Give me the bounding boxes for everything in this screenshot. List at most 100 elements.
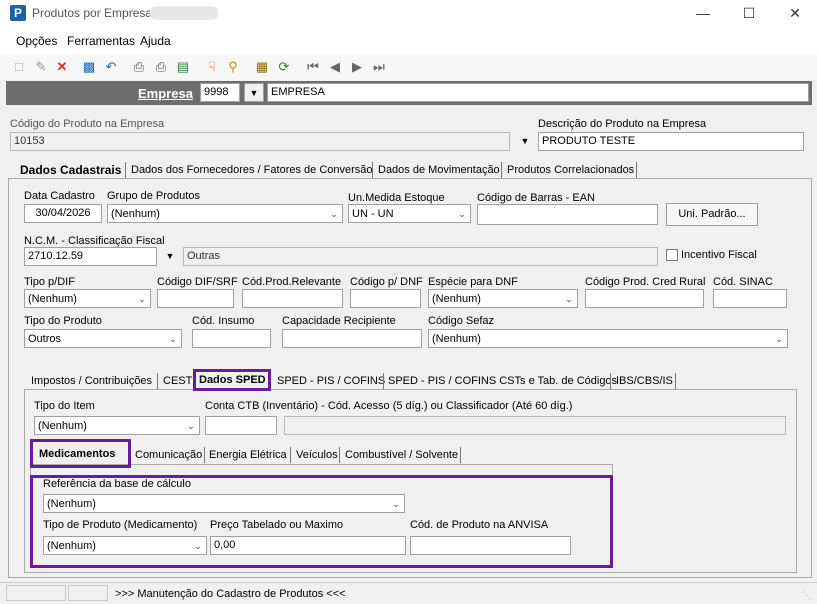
- refresh-icon[interactable]: ⟳: [275, 58, 293, 76]
- tab-dados-sped[interactable]: Dados SPED: [196, 374, 269, 386]
- cod-cred-rural-field[interactable]: [585, 289, 704, 308]
- window-title: Produtos por Empresa: [32, 6, 153, 20]
- tab-veiculos[interactable]: Veículos: [293, 449, 341, 461]
- tab-sped-pis-cofins[interactable]: SPED - PIS / COFINS: [274, 375, 388, 387]
- ncm-dropdown-button[interactable]: ▼: [160, 247, 180, 266]
- codigo-dnf-label: Código p/ DNF: [350, 276, 423, 288]
- first-record-icon[interactable]: ⏮: [304, 58, 322, 76]
- tab-separator: [501, 162, 502, 178]
- chevron-down-icon: ⌄: [187, 421, 195, 431]
- menu-opcoes[interactable]: Opções: [16, 34, 57, 48]
- grupo-produtos-select[interactable]: (Nenhum) ⌄: [107, 204, 343, 223]
- tab-correlacionados[interactable]: Produtos Correlacionados: [504, 164, 637, 176]
- chevron-down-icon: ⌄: [458, 209, 466, 219]
- tab-medicamentos[interactable]: Medicamentos: [36, 448, 118, 460]
- cod-sefaz-label: Código Sefaz: [428, 315, 495, 327]
- codigo-produto-dropdown[interactable]: ▼: [515, 132, 535, 151]
- cod-relevante-field[interactable]: [242, 289, 343, 308]
- menu-ajuda[interactable]: Ajuda: [140, 34, 171, 48]
- tab-impostos[interactable]: Impostos / Contribuições: [28, 375, 155, 387]
- status-panel-2: [68, 585, 108, 601]
- tipo-item-label: Tipo do Item: [34, 400, 95, 412]
- cod-insumo-field[interactable]: [192, 329, 271, 348]
- ncm-code-field[interactable]: 2710.12.59: [24, 247, 157, 266]
- new-icon[interactable]: □: [10, 58, 28, 76]
- tab-separator: [157, 373, 158, 389]
- tipo-medicamento-select[interactable]: (Nenhum) ⌄: [43, 536, 207, 555]
- menu-ferramentas[interactable]: Ferramentas: [67, 34, 135, 48]
- last-record-icon[interactable]: ⏭: [370, 58, 388, 76]
- codigo-dif-field[interactable]: [157, 289, 234, 308]
- tipo-medicamento-value: (Nenhum): [47, 540, 96, 552]
- cod-sefaz-select[interactable]: (Nenhum) ⌄: [428, 329, 788, 348]
- empresa-label: Empresa: [138, 86, 193, 101]
- uni-padrao-button[interactable]: Uni. Padrão...: [666, 203, 758, 226]
- ean-label: Código de Barras - EAN: [477, 192, 595, 204]
- data-cadastro-field[interactable]: 30/04/2026: [24, 204, 102, 223]
- tab-movimentacao[interactable]: Dados de Movimentação: [375, 164, 503, 176]
- conta-ctb-description-field: [284, 416, 786, 435]
- empresa-dropdown-button[interactable]: ▼: [244, 83, 264, 102]
- toolbar: [0, 54, 817, 80]
- delete-icon[interactable]: ✕: [53, 58, 71, 76]
- tab-separator: [204, 447, 205, 463]
- tab-ibs-cbs-is[interactable]: IBS/CBS/IS: [613, 375, 676, 387]
- cod-insumo-label: Cód. Insumo: [192, 315, 255, 327]
- print-preview-icon[interactable]: ⎙: [152, 58, 170, 76]
- descricao-produto-field[interactable]: PRODUTO TESTE: [538, 132, 804, 151]
- cod-sinac-field[interactable]: [713, 289, 787, 308]
- hand-icon[interactable]: ☟: [203, 58, 221, 76]
- ean-field[interactable]: [477, 204, 658, 225]
- tipo-dif-label: Tipo p/DIF: [24, 276, 75, 288]
- tab-cest[interactable]: CEST: [160, 375, 195, 387]
- codigo-produto-field[interactable]: 10153: [10, 132, 510, 151]
- capacidade-field[interactable]: [282, 329, 422, 348]
- tipo-produto-select[interactable]: Outros ⌄: [24, 329, 182, 348]
- unmedida-select[interactable]: UN - UN ⌄: [348, 204, 471, 223]
- grupo-produtos-value: (Nenhum): [111, 208, 160, 220]
- chevron-down-icon: ⌄: [392, 499, 400, 509]
- tab-combustivel[interactable]: Combustível / Solvente: [342, 449, 461, 461]
- close-button[interactable]: ✕: [772, 2, 817, 24]
- tab-separator: [610, 373, 611, 389]
- tab-comunicacao[interactable]: Comunicação: [132, 449, 205, 461]
- tipo-item-value: (Nenhum): [38, 420, 87, 432]
- save-icon[interactable]: ▩: [80, 58, 98, 76]
- maximize-button[interactable]: ☐: [726, 2, 772, 24]
- print-icon[interactable]: ⎙: [130, 58, 148, 76]
- minimize-button[interactable]: —: [680, 2, 726, 24]
- edit-icon[interactable]: ✎: [32, 58, 50, 76]
- cod-relevante-label: Cód.Prod.Relevante: [242, 276, 342, 288]
- unmedida-label: Un.Medida Estoque: [348, 192, 445, 204]
- referencia-base-select[interactable]: (Nenhum) ⌄: [43, 494, 405, 513]
- empresa-name-field[interactable]: EMPRESA: [267, 83, 809, 102]
- status-text: >>> Manutenção do Cadastro de Produtos <…: [115, 588, 346, 600]
- conta-ctb-code-field[interactable]: [205, 416, 277, 435]
- especie-dnf-select[interactable]: (Nenhum) ⌄: [428, 289, 578, 308]
- tab-sped-csts[interactable]: SPED - PIS / COFINS CSTs e Tab. de Códig…: [385, 375, 620, 387]
- status-panel-1: [6, 585, 66, 601]
- preco-tabelado-field[interactable]: 0,00: [210, 536, 406, 555]
- empresa-code-field[interactable]: 9998: [200, 83, 240, 102]
- previous-record-icon[interactable]: ◀: [326, 58, 344, 76]
- tipo-dif-value: (Nenhum): [28, 293, 77, 305]
- tab-dados-cadastrais[interactable]: Dados Cadastrais: [17, 163, 124, 177]
- properties-icon[interactable]: ▦: [253, 58, 271, 76]
- cod-anvisa-field[interactable]: [410, 536, 571, 555]
- search-icon[interactable]: ⚲: [224, 58, 242, 76]
- resize-grip-icon[interactable]: ⋱: [802, 590, 812, 600]
- tab-separator: [339, 447, 340, 463]
- incentivo-fiscal-checkbox[interactable]: [666, 249, 678, 261]
- tab-energia-eletrica[interactable]: Energia Elétrica: [206, 449, 290, 461]
- tipo-item-select[interactable]: (Nenhum) ⌄: [34, 416, 200, 435]
- tab-fornecedores[interactable]: Dados dos Fornecedores / Fatores de Conv…: [128, 164, 376, 176]
- tab-separator: [290, 447, 291, 463]
- export-icon[interactable]: ▤: [174, 58, 192, 76]
- referencia-base-value: (Nenhum): [47, 498, 96, 510]
- cod-sefaz-value: (Nenhum): [432, 333, 481, 345]
- tipo-dif-select[interactable]: (Nenhum) ⌄: [24, 289, 151, 308]
- app-logo-icon: P: [10, 5, 26, 21]
- next-record-icon[interactable]: ▶: [348, 58, 366, 76]
- undo-icon[interactable]: ↶: [102, 58, 120, 76]
- codigo-dnf-field[interactable]: [350, 289, 421, 308]
